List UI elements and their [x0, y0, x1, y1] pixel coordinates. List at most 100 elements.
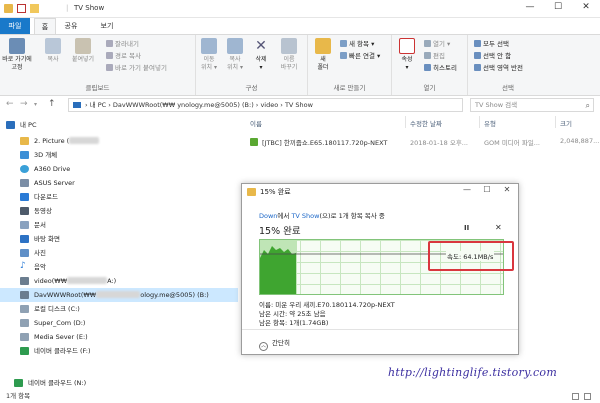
paste-shortcut-label: 바로 가기 붙여넣기 [115, 64, 167, 72]
video-file-icon [250, 138, 258, 146]
file-row[interactable]: [JTBC] 한끼줍쇼.E65.180117.720p-NEXT 2018-01… [250, 136, 600, 148]
music-icon: ♪ [20, 261, 26, 271]
dialog-minimize-button[interactable]: — [460, 185, 474, 194]
pause-button[interactable]: II [464, 224, 469, 232]
new-folder-label: 새 폴더 [317, 56, 329, 71]
nav-item-picture-drive[interactable]: 2. Picture ( [0, 134, 238, 148]
properties-label: 속성 ▾ [401, 56, 413, 71]
dialog-divider [242, 329, 518, 330]
nav-item-music[interactable]: ♪ 음악 [0, 260, 238, 274]
column-divider[interactable] [479, 116, 480, 128]
tab-home[interactable]: 홈 [34, 18, 56, 34]
invert-selection-button[interactable]: 선택 영역 반전 [474, 64, 523, 73]
large-icons-view-icon[interactable] [584, 393, 591, 400]
column-header-name[interactable]: 이름 [250, 118, 262, 128]
nav-item-suffix: ology.me@5005) (B:) [140, 291, 209, 299]
nav-item-downloads[interactable]: 다운로드 [0, 190, 238, 204]
copy-to-button[interactable]: 복사 위치 ▾ [222, 38, 248, 72]
copy-button[interactable]: 복사 [40, 38, 66, 64]
edit-button[interactable]: 편집 [424, 52, 445, 61]
tab-share[interactable]: 공유 [60, 18, 82, 34]
column-divider[interactable] [405, 116, 406, 128]
column-header-type[interactable]: 유형 [484, 118, 496, 128]
rename-button[interactable]: 이름 바꾸기 [276, 38, 302, 72]
pin-icon [9, 38, 25, 54]
select-none-button[interactable]: 선택 안 함 [474, 52, 511, 61]
3d-objects-icon [20, 151, 29, 159]
paste-button[interactable]: 붙여넣기 [70, 38, 96, 64]
delete-button[interactable]: ✕ 삭제 ▾ [248, 38, 274, 72]
history-button[interactable]: 히스토리 [424, 64, 457, 73]
details-view-icon[interactable] [572, 393, 579, 400]
nav-item-pictures[interactable]: 사진 [0, 246, 238, 260]
cancel-button[interactable]: ✕ [495, 223, 502, 232]
nav-item-super-com-d[interactable]: Super_Com (D:) [0, 316, 238, 330]
nav-item-label: 로컬 디스크 (C:) [34, 305, 80, 313]
item-count: 1개 항목 [6, 392, 31, 400]
nav-item-label: DavWWWRoot(₩₩ [34, 291, 97, 299]
nav-item-this-pc[interactable]: 내 PC [0, 118, 238, 132]
tab-view[interactable]: 보기 [96, 18, 118, 34]
properties-icon[interactable] [17, 4, 26, 13]
nav-item-video-drive[interactable]: video(₩₩ A:) [0, 274, 238, 288]
search-placeholder: TV Show 검색 [475, 101, 518, 109]
nav-item-label: Media Sever (E:) [34, 333, 88, 341]
copy-path-button[interactable]: 경로 복사 [106, 52, 141, 61]
properties-button[interactable]: 속성 ▾ [394, 38, 420, 72]
tab-file[interactable]: 파일 [0, 18, 30, 34]
select-all-button[interactable]: 모두 선택 [474, 40, 509, 49]
nav-item-naver-cloud-f[interactable]: 네이버 클라우드 (F:) [0, 344, 238, 358]
new-folder-icon[interactable] [30, 4, 39, 13]
move-to-button[interactable]: 이동 위치 ▾ [196, 38, 222, 72]
quick-access-toolbar [4, 4, 39, 13]
nav-item-asus-server[interactable]: ASUS Server [0, 176, 238, 190]
nav-item-3d-objects[interactable]: 3D 개체 [0, 148, 238, 162]
nav-item-desktop[interactable]: 바탕 화면 [0, 232, 238, 246]
dialog-title: 15% 완료 [260, 188, 291, 196]
new-group: 새 폴더 새 항목 ▾ 빠른 연결 ▾ 새로 만들기 [308, 35, 392, 95]
less-details-button[interactable]: ︿ 간단히 [259, 337, 290, 351]
new-item-button[interactable]: 새 항목 ▾ [340, 40, 374, 49]
address-input[interactable]: › 내 PC › DavWWWRoot(₩₩ ynology.me@5005) … [68, 98, 463, 112]
this-pc-icon [73, 102, 81, 108]
move-to-icon [201, 38, 217, 54]
clipboard-group-label: 클립보드 [85, 84, 110, 92]
open-button[interactable]: 열기 ▾ [424, 40, 450, 49]
nav-item-documents[interactable]: 문서 [0, 218, 238, 232]
new-folder-button[interactable]: 새 폴더 [310, 38, 336, 72]
easy-access-button[interactable]: 빠른 연결 ▾ [340, 52, 380, 61]
paste-shortcut-button[interactable]: 바로 가기 붙여넣기 [106, 64, 167, 73]
pin-quick-access-button[interactable]: 바로 가기에 고정 [2, 38, 32, 72]
nav-item-local-disk-c[interactable]: 로컬 디스크 (C:) [0, 302, 238, 316]
search-input[interactable]: TV Show 검색 ⌕ [470, 98, 594, 112]
minimize-button[interactable]: — [520, 2, 540, 12]
picture-icon [20, 249, 29, 257]
close-button[interactable]: ✕ [576, 2, 596, 12]
forward-arrow-icon[interactable]: → [20, 99, 28, 109]
dialog-maximize-button[interactable]: ☐ [480, 185, 494, 194]
cut-button[interactable]: 잘라내기 [106, 40, 139, 49]
back-arrow-icon[interactable]: ← [6, 99, 14, 109]
nav-item-a360-drive[interactable]: A360 Drive [0, 162, 238, 176]
drive-folder-icon [20, 137, 29, 145]
nav-item-label: video(₩₩ [34, 277, 68, 285]
up-arrow-icon[interactable]: ↑ [48, 99, 56, 109]
column-header-size[interactable]: 크기 [560, 118, 572, 128]
source-link[interactable]: Down [259, 212, 277, 220]
column-header-date[interactable]: 수정한 날짜 [410, 118, 442, 128]
dialog-close-button[interactable]: ✕ [500, 185, 514, 194]
nav-item-davwwwroot[interactable]: DavWWWRoot(₩₩ ology.me@5005) (B:) [0, 288, 238, 302]
recent-chevron-icon[interactable]: ▾ [34, 101, 37, 108]
navigation-pane: 내 PC 2. Picture ( 3D 개체 A360 Drive ASUS … [0, 118, 238, 390]
column-divider[interactable] [555, 116, 556, 128]
delete-icon: ✕ [255, 38, 267, 54]
maximize-button[interactable]: ☐ [548, 2, 568, 12]
rename-icon [281, 38, 297, 54]
disk-icon [20, 333, 29, 341]
nav-item-media-sever-e[interactable]: Media Sever (E:) [0, 330, 238, 344]
destination-link[interactable]: TV Show [291, 212, 319, 220]
speed-history-area [260, 246, 296, 294]
nav-item-videos[interactable]: 동영상 [0, 204, 238, 218]
nav-item-naver-cloud-n[interactable]: 네이버 클라우드 (N:) [0, 376, 238, 390]
copy-path-icon [106, 52, 113, 59]
